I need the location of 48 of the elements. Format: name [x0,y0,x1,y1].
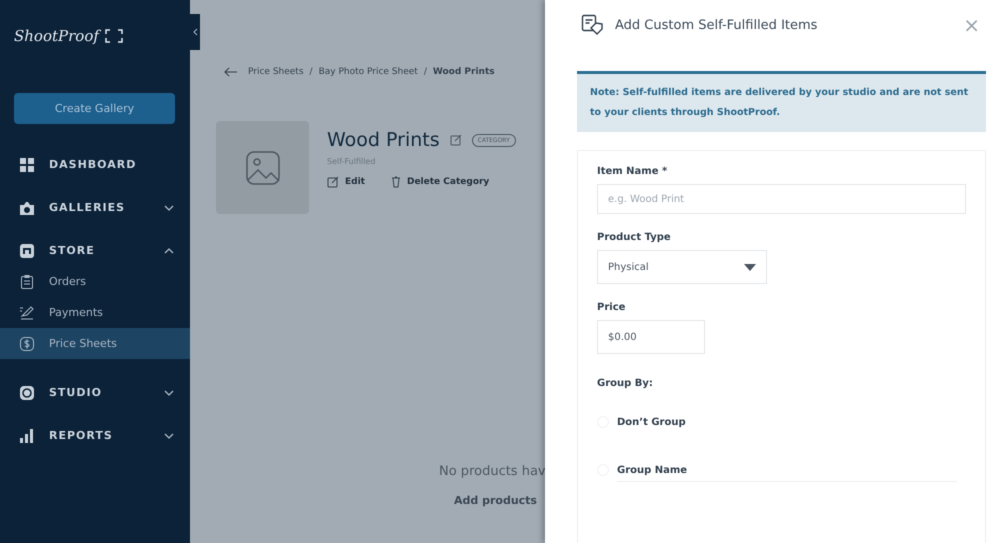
breadcrumb-current: Wood Prints [432,67,495,77]
field-label: Product Type [597,232,671,243]
nav-item[interactable]: GALLERIES [0,186,190,229]
chevron-left-icon [192,28,198,36]
focus-icon [19,384,35,400]
bar-chart-icon [19,428,35,444]
category-subtitle: Self-Fulfilled [327,157,376,166]
dollar-icon [19,336,35,352]
input-field[interactable]: e.g. Wood Print [597,184,966,214]
panel-title: Add Custom Self-Fulfilled Items [615,18,818,32]
empty-message: No products hav [439,464,545,479]
nav-item[interactable]: DASHBOARD [0,143,190,186]
collapse-tab[interactable] [190,14,200,50]
radio-label: Group Name [617,464,688,476]
logo[interactable]: ShootProof [14,27,99,45]
edit-icon [327,176,339,188]
edit-icon [450,134,462,146]
breadcrumb-link[interactable]: Price Sheets [248,67,304,77]
delete-category-link[interactable]: Delete Category [390,176,490,188]
field-label: Price [597,302,626,313]
price-field[interactable]: $0.00 [597,320,705,354]
breadcrumb-separator: / [424,67,427,77]
field-label: Group By: [597,378,653,389]
camera-icon [19,200,35,216]
storefront-icon [19,242,35,258]
nav-subitem[interactable]: Price Sheets [0,328,190,359]
back-arrow-icon [224,67,238,77]
tag-icon [581,14,603,36]
create-gallery-button[interactable]: Create Gallery [14,93,175,124]
frame-icon [104,29,123,43]
breadcrumb-separator: / [310,67,313,77]
empty-hint: Add products [454,494,538,507]
nav-subitem[interactable]: Payments [0,297,190,328]
hand-pen-icon [19,304,35,320]
radio-label: Don’t Group [617,416,686,428]
image-icon [246,150,280,184]
clipboard-icon [19,274,35,290]
note-banner: Note: Self-fulfilled items are delivered by your studio and are not sent to your clients through ShootProof. [577,71,986,132]
grid-icon [19,156,35,172]
breadcrumb-link[interactable]: Bay Photo Price Sheet [318,67,418,77]
edit-link[interactable]: Edit [327,176,365,188]
trash-icon [390,176,401,188]
category-title: Wood Prints [327,129,440,151]
field-label: Item Name * [597,166,668,177]
caret-icon [744,264,756,270]
product-type-dropdown[interactable]: Physical [597,250,767,284]
nav-item[interactable]: STUDIO [0,371,190,414]
nav-item[interactable]: REPORTS [0,414,190,457]
